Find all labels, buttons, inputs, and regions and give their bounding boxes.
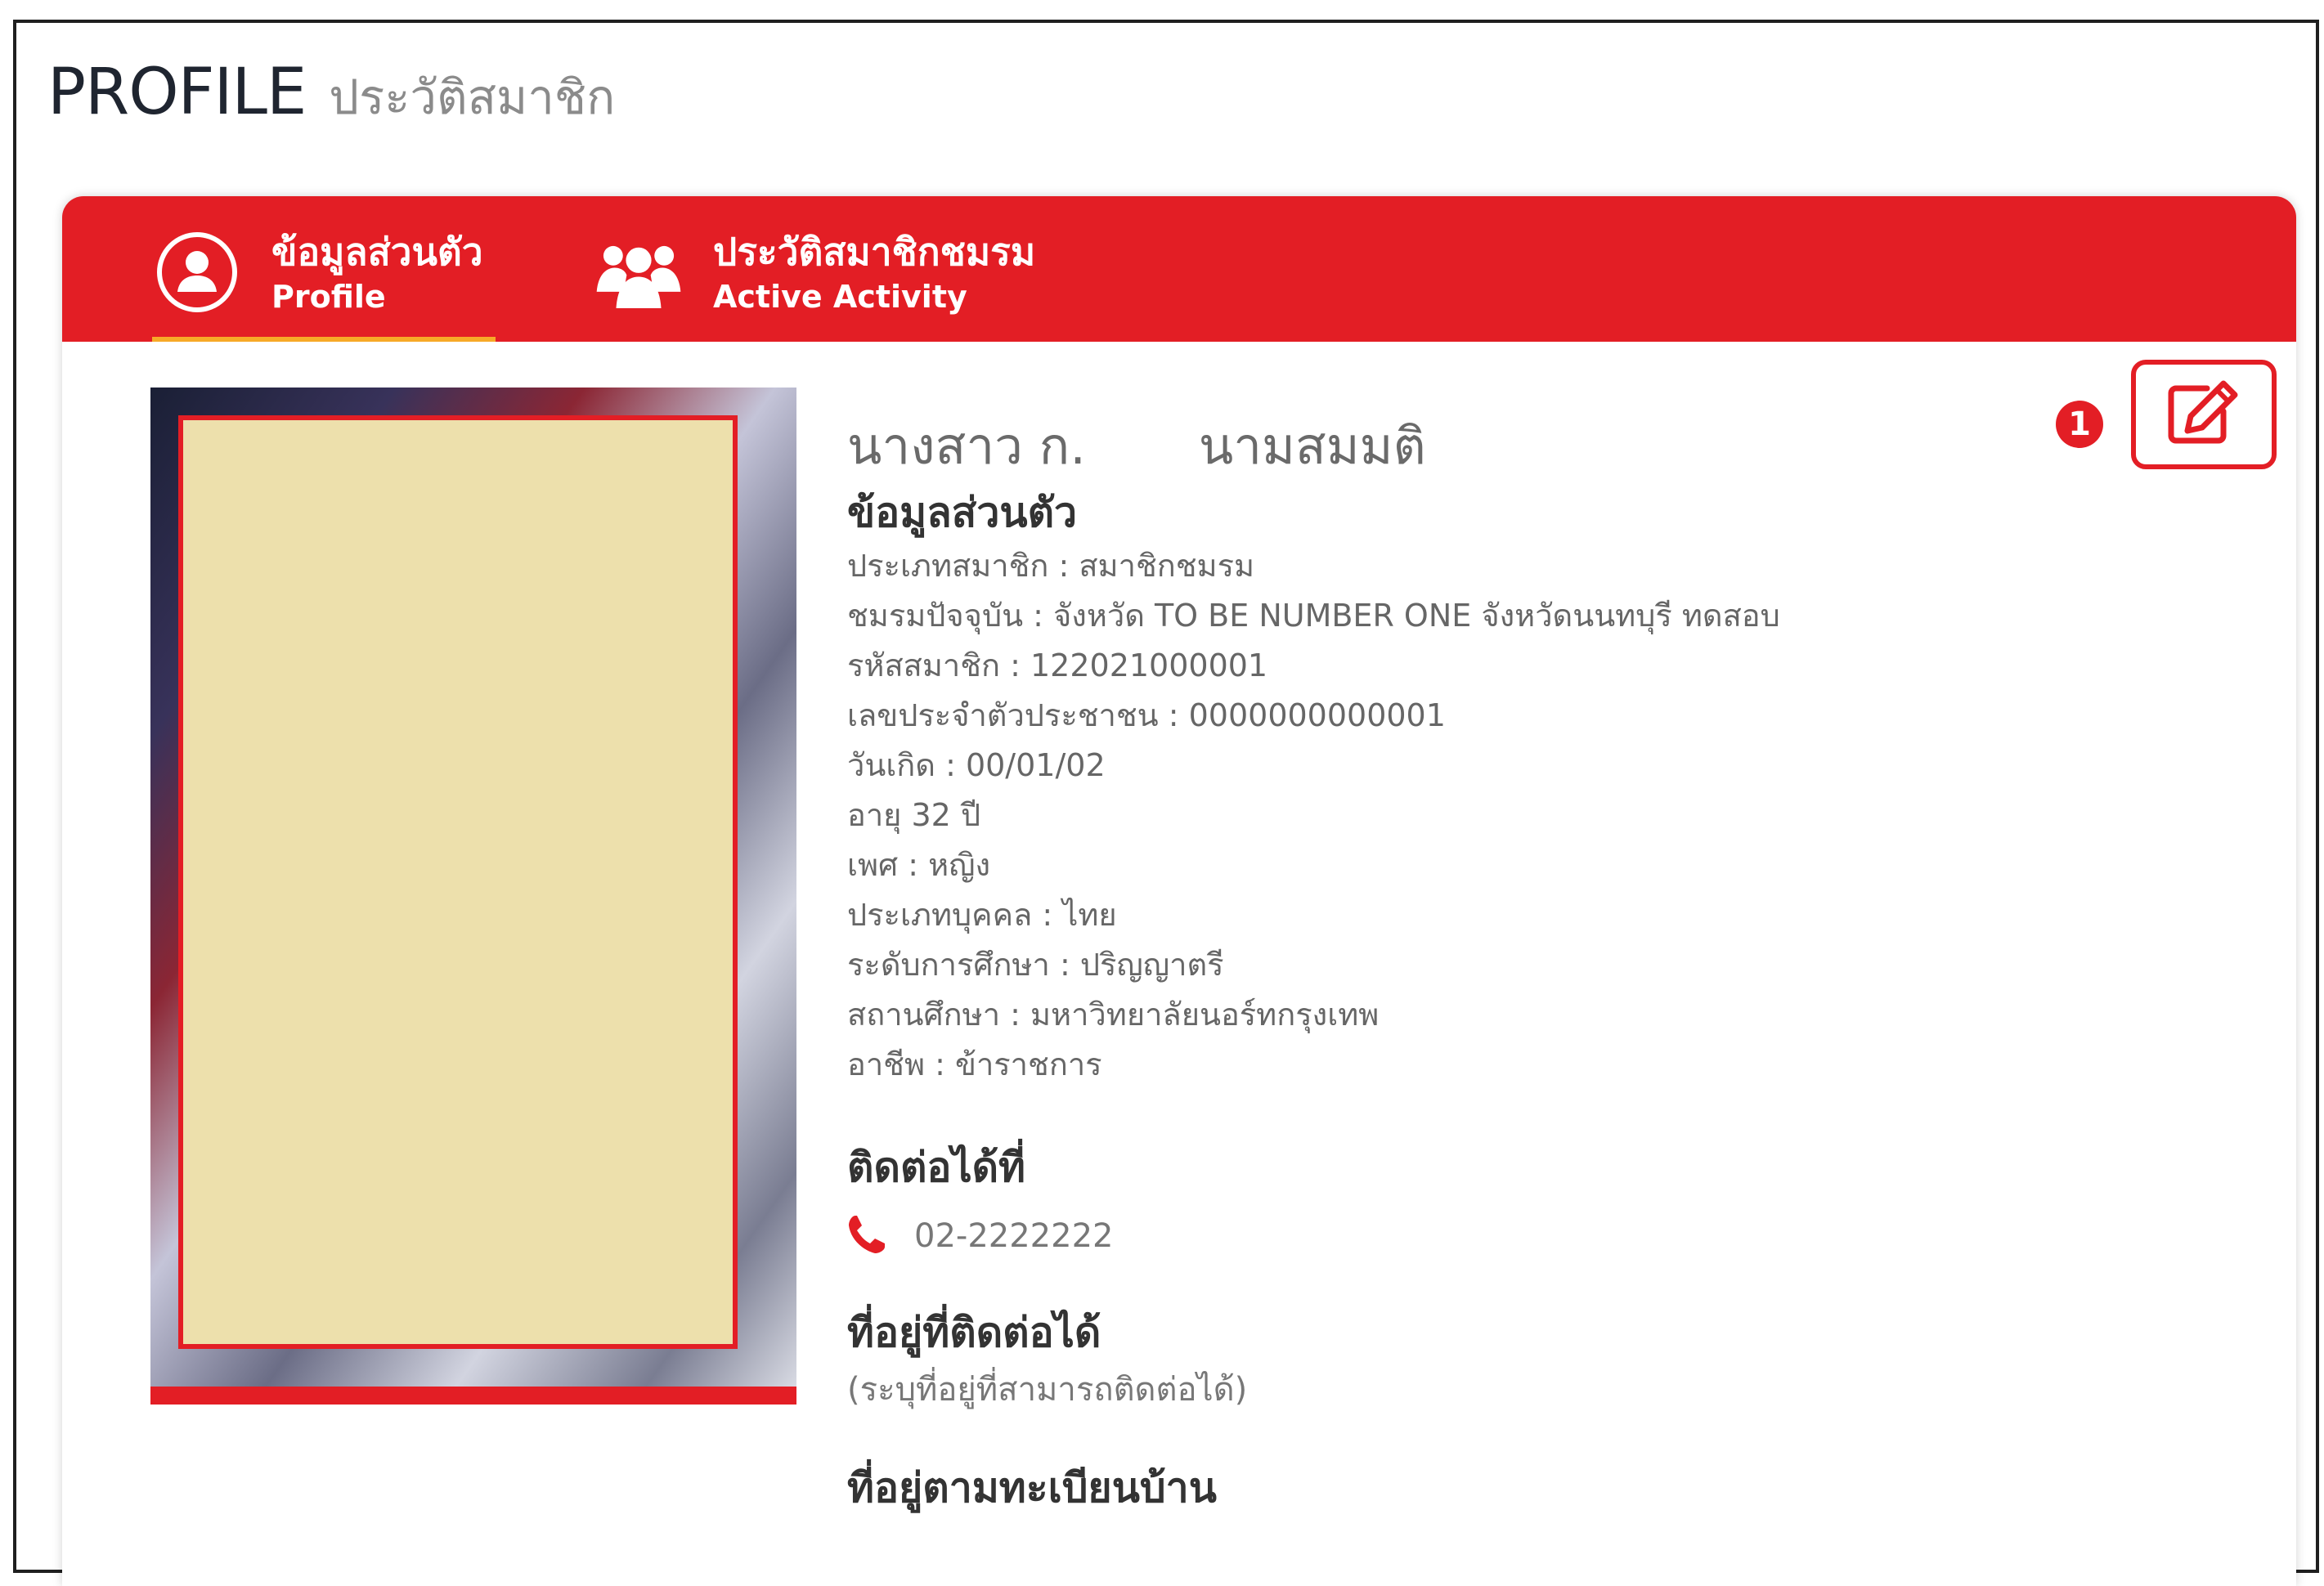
phone-number: 02-2222222 <box>914 1217 1114 1255</box>
photo-redaction-box <box>178 415 738 1349</box>
field-national-id: เลขประจำตัวประชาชน : 0000000000001 <box>847 697 1446 733</box>
field-person-type: ประเภทบุคคล : ไทย <box>847 897 1117 933</box>
tab-bar: ข้อมูลส่วนตัว Profile ประวัติสมาชิกชมรม … <box>62 196 2296 342</box>
phone-icon <box>847 1214 886 1258</box>
users-group-icon <box>594 227 684 317</box>
field-member-type: ประเภทสมาชิก : สมาชิกชมรม <box>847 548 1255 584</box>
tab-activity-title: ประวัติสมาชิกชมรม <box>713 230 1036 274</box>
field-current-club: ชมรมปัจจุบัน : จังหวัด TO BE NUMBER ONE … <box>847 598 1780 634</box>
tab-activity[interactable]: ประวัติสมาชิกชมรม Active Activity <box>594 219 1035 325</box>
registered-address-heading: ที่อยู่ตามทะเบียนบ้าน <box>847 1464 1217 1512</box>
tab-activity-subtitle: Active Activity <box>713 279 967 315</box>
address-note: (ระบุที่อยู่ที่สามารถติดต่อได้) <box>847 1371 1248 1409</box>
active-tab-indicator <box>152 337 496 342</box>
page-title: PROFILE <box>47 56 307 129</box>
address-heading: ที่อยู่ที่ติดต่อได้ <box>847 1309 1101 1356</box>
member-name: นางสาว ก. นามสมมติ <box>847 416 1426 476</box>
user-circle-icon <box>152 227 242 317</box>
field-institution: สถานศึกษา : มหาวิทยาลัยนอร์ทกรุงเทพ <box>847 997 1380 1033</box>
tab-profile-subtitle: Profile <box>271 279 386 315</box>
page-frame: PROFILE ประวัติสมาชิก ข้อมูลส่วนตัว Prof… <box>13 20 2319 1586</box>
tab-profile-title: ข้อมูลส่วนตัว <box>271 230 483 274</box>
tab-profile[interactable]: ข้อมูลส่วนตัว Profile <box>152 219 483 325</box>
profile-photo <box>150 388 796 1405</box>
field-gender: เพศ : หญิง <box>847 847 991 883</box>
edit-profile-button[interactable] <box>2131 360 2277 469</box>
field-education-level: ระดับการศึกษา : ปริญญาตรี <box>847 947 1224 983</box>
personal-info-heading: ข้อมูลส่วนตัว <box>847 489 1078 536</box>
page-heading: PROFILE ประวัติสมาชิก <box>47 56 615 135</box>
edit-icon <box>2165 379 2243 450</box>
field-birthdate: วันเกิด : 00/01/02 <box>847 747 1106 783</box>
phone-row: 02-2222222 <box>847 1207 2074 1265</box>
photo-bottom-bar <box>150 1387 796 1405</box>
page-subtitle: ประวัติสมาชิก <box>329 69 616 125</box>
field-age: อายุ 32 ปี <box>847 797 981 833</box>
profile-card: ข้อมูลส่วนตัว Profile ประวัติสมาชิกชมรม … <box>62 196 2296 1586</box>
contact-heading: ติดต่อได้ที่ <box>847 1144 1026 1191</box>
profile-info: นางสาว ก. นามสมมติ ข้อมูลส่วนตัว ประเภทส… <box>847 409 2074 1517</box>
field-occupation: อาชีพ : ข้าราชการ <box>847 1046 1102 1082</box>
field-member-code: รหัสสมาชิก : 122021000001 <box>847 647 1268 683</box>
